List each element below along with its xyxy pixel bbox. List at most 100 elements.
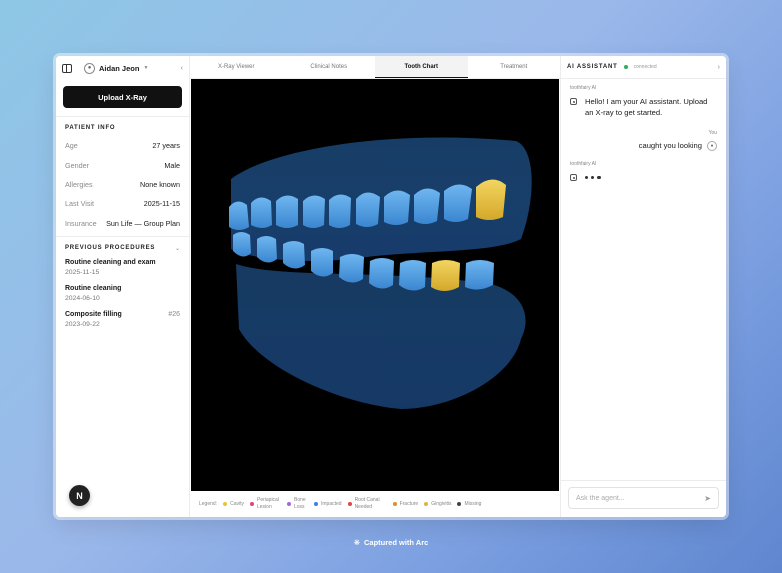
sidebar-header: ● Aidan Jeon ▼ ‹ bbox=[56, 56, 189, 80]
message-text: caught you looking bbox=[638, 141, 702, 150]
chat-input[interactable] bbox=[576, 494, 705, 502]
patient-info-list: Age 27 years Gender Male Allergies None … bbox=[56, 136, 189, 233]
procedure-date: 2024-06-10 bbox=[65, 294, 100, 302]
user-name: Aidan Jeon bbox=[99, 63, 140, 73]
tab-tooth-chart[interactable]: Tooth Chart bbox=[375, 56, 468, 78]
legend-dot bbox=[457, 502, 462, 506]
highlighted-tooth-upper bbox=[476, 179, 506, 220]
info-row-allergies: Allergies None known bbox=[56, 175, 189, 194]
assistant-title: AI ASSISTANT bbox=[567, 64, 618, 70]
divider bbox=[56, 235, 189, 237]
info-label: Allergies bbox=[65, 179, 93, 189]
legend-label: Fracture bbox=[399, 500, 419, 507]
typing-indicator bbox=[585, 176, 601, 181]
procedure-item[interactable]: Composite filling 2023-09-22 #26 bbox=[56, 311, 189, 328]
legend-item: Bone Loss bbox=[286, 497, 308, 511]
avatar: ● bbox=[84, 62, 95, 74]
status-dot bbox=[623, 65, 628, 69]
legend-item: Impacted bbox=[313, 500, 342, 508]
info-label: Insurance bbox=[65, 218, 97, 228]
send-icon[interactable]: ➤ bbox=[704, 494, 711, 503]
procedure-date: 2025-11-15 bbox=[65, 268, 100, 276]
legend-label: Gingivitis bbox=[431, 500, 452, 507]
arc-logo-icon: ❋ bbox=[353, 538, 360, 547]
legend-label: Root Canal Needed bbox=[354, 497, 380, 510]
procedure-name: Routine cleaning and exam bbox=[65, 258, 156, 266]
info-value: Male bbox=[164, 160, 180, 170]
message-sender: toothfairy AI bbox=[570, 85, 597, 91]
procedures-header[interactable]: PREVIOUS PROCEDURES ⌄ bbox=[56, 245, 189, 252]
upload-xray-button[interactable]: Upload X-Ray bbox=[63, 86, 182, 108]
legend-label: Missing bbox=[464, 500, 482, 507]
collapse-assistant-icon[interactable]: › bbox=[718, 64, 720, 71]
tab-xray-viewer[interactable]: X-Ray Viewer bbox=[190, 56, 283, 78]
procedure-item[interactable]: Routine cleaning and exam 2025-11-15 bbox=[56, 259, 189, 276]
message-list: toothfairy AI Hello! I am your AI assist… bbox=[561, 79, 726, 480]
legend-title: Legend: bbox=[199, 501, 218, 507]
legend: Legend: Cavity Periapical Lesion Bone Lo… bbox=[190, 491, 560, 517]
legend-item: Missing bbox=[457, 501, 481, 508]
legend-item: Cavity bbox=[223, 501, 244, 508]
chevron-down-icon: ⌄ bbox=[174, 245, 180, 252]
legend-label: Cavity bbox=[230, 500, 244, 507]
legend-dot bbox=[313, 502, 318, 506]
app-window: ● Aidan Jeon ▼ ‹ Upload X-Ray PATIENT IN… bbox=[56, 56, 726, 517]
sidebar: ● Aidan Jeon ▼ ‹ Upload X-Ray PATIENT IN… bbox=[56, 56, 190, 517]
info-label: Gender bbox=[65, 160, 89, 170]
legend-label: Bone Loss bbox=[293, 497, 306, 510]
user-avatar-icon: ● bbox=[707, 140, 717, 151]
legend-item: Gingivitis bbox=[424, 501, 451, 508]
info-value: 27 years bbox=[152, 141, 180, 151]
tab-treatment[interactable]: Treatment bbox=[468, 56, 561, 78]
info-row-gender: Gender Male bbox=[56, 155, 189, 174]
divider bbox=[56, 116, 189, 117]
tab-bar: X-Ray Viewer Clinical Notes Tooth Chart … bbox=[190, 56, 560, 79]
message-sender: toothfairy AI bbox=[570, 161, 597, 167]
info-row-insurance: Insurance Sun Life — Group Plan bbox=[56, 214, 189, 233]
highlighted-tooth-lower bbox=[431, 260, 460, 291]
tooth-chart-viewer[interactable] bbox=[191, 79, 559, 491]
user-menu[interactable]: ● Aidan Jeon ▼ bbox=[84, 62, 149, 74]
collapse-sidebar-icon[interactable]: ‹ bbox=[181, 65, 183, 72]
bot-message: Hello! I am your AI assistant. Upload an… bbox=[570, 96, 717, 118]
legend-dot bbox=[347, 502, 352, 506]
legend-dot bbox=[249, 502, 254, 506]
info-label: Last Visit bbox=[65, 199, 95, 209]
tab-clinical-notes[interactable]: Clinical Notes bbox=[283, 56, 376, 78]
ai-assistant-panel: AI ASSISTANT connected › toothfairy AI H… bbox=[560, 56, 726, 517]
teeth-3d-model[interactable] bbox=[191, 79, 559, 489]
info-row-age: Age 27 years bbox=[56, 136, 189, 155]
message-text: Hello! I am your AI assistant. Upload an… bbox=[585, 97, 708, 117]
info-value: None known bbox=[140, 179, 180, 189]
legend-item: Fracture bbox=[392, 500, 419, 508]
procedure-tooth-number: #26 bbox=[168, 310, 180, 318]
legend-dot bbox=[392, 502, 397, 506]
captured-text: Captured with Arc bbox=[363, 538, 429, 547]
legend-dot bbox=[286, 502, 291, 506]
assistant-header: AI ASSISTANT connected › bbox=[561, 56, 726, 79]
panel-toggle-icon[interactable] bbox=[62, 63, 72, 73]
info-row-last-visit: Last Visit 2025-11-15 bbox=[56, 194, 189, 213]
user-message: caught you looking ● bbox=[570, 140, 717, 151]
info-label: Age bbox=[65, 141, 78, 151]
procedure-name: Routine cleaning bbox=[65, 284, 122, 292]
procedure-name: Composite filling bbox=[65, 310, 122, 318]
bot-icon bbox=[570, 98, 577, 105]
legend-dot bbox=[424, 502, 429, 506]
info-value: 2025-11-15 bbox=[143, 199, 180, 209]
main-panel: X-Ray Viewer Clinical Notes Tooth Chart … bbox=[190, 56, 560, 517]
legend-label: Periapical Lesion bbox=[256, 497, 279, 510]
chat-input-box: ➤ bbox=[568, 487, 719, 509]
legend-label: Impacted bbox=[320, 500, 342, 507]
info-value: Sun Life — Group Plan bbox=[106, 218, 180, 228]
chat-input-area: ➤ bbox=[561, 480, 726, 517]
captured-with-arc: ❋ Captured with Arc bbox=[0, 538, 782, 547]
message-sender: You bbox=[708, 130, 717, 136]
procedure-date: 2023-09-22 bbox=[65, 320, 100, 328]
connection-status: connected bbox=[633, 64, 657, 70]
app-launcher-button[interactable]: N bbox=[69, 485, 90, 506]
procedure-item[interactable]: Routine cleaning 2024-06-10 bbox=[56, 285, 189, 302]
procedures-title: PREVIOUS PROCEDURES bbox=[65, 245, 156, 252]
bot-typing-message bbox=[570, 172, 717, 181]
chevron-down-icon: ▼ bbox=[143, 65, 149, 71]
